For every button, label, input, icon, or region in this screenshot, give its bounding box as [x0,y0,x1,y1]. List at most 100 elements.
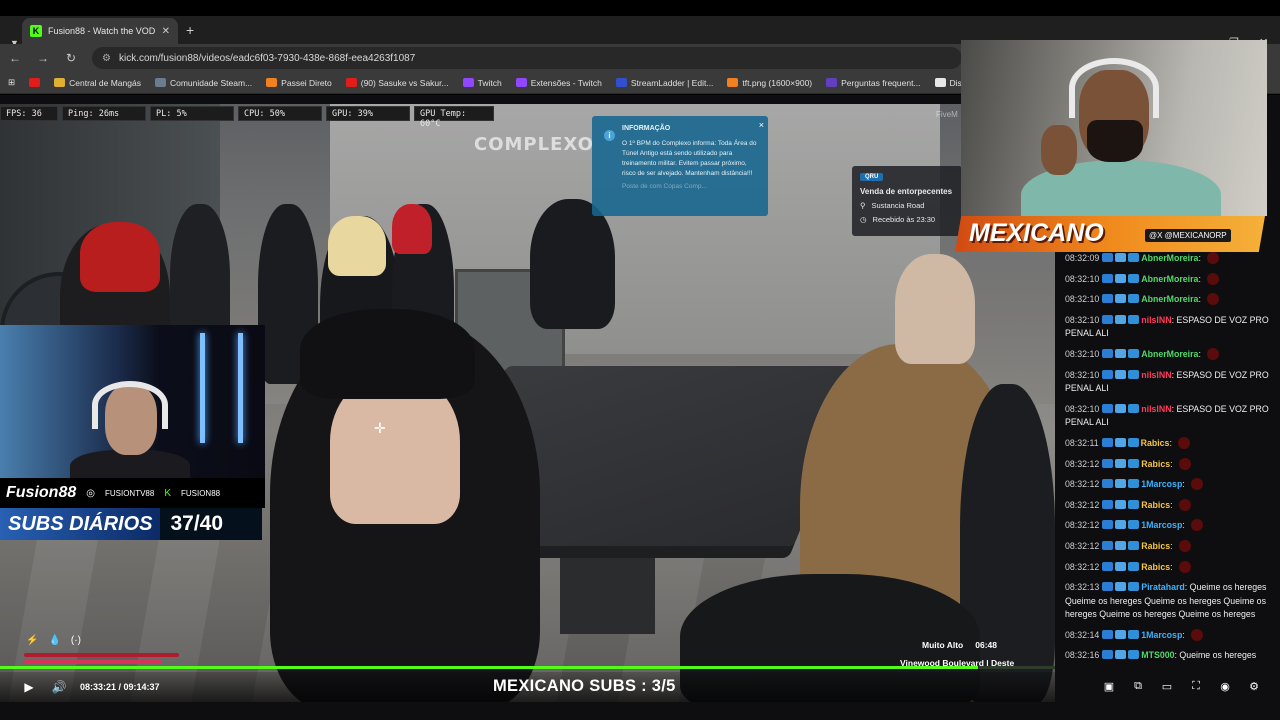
scene-person-blonde-hair [328,216,386,276]
chat-timestamp: 08:32:10 [1065,403,1100,414]
chat-username[interactable]: nilsINN [1141,370,1171,380]
chat-emote-icon [1179,498,1191,511]
qru-call-card: QRU Venda de entorpecentes ⚲ Sustancia Ro… [852,166,962,236]
new-tab-plus-icon[interactable]: + [186,22,194,38]
chat-username[interactable]: Piratahard [1141,582,1185,592]
chat-message: 08:32:12 1Marcosp: [1065,478,1276,492]
chat-username[interactable]: 1Marcosp [1141,520,1182,530]
bookmark-item[interactable]: StreamLadder | Edit... [615,78,713,88]
pip-icon[interactable]: ⧉ [1130,680,1146,693]
chat-badge-icon [1115,314,1127,324]
neon-light [238,333,243,443]
chat-badge-icon [1102,403,1114,413]
chat-username[interactable]: Rabics [1141,541,1170,551]
armor-bar [24,653,179,657]
chat-timestamp: 08:32:12 [1065,540,1100,551]
bookmark-item[interactable]: (90) Sasuke vs Sakur... [345,78,449,88]
chat-username[interactable]: Rabics [1141,438,1170,448]
forward-arrow-icon[interactable]: → [36,51,50,65]
settings-gear-icon[interactable]: ⚙ [1246,680,1262,693]
chat-message: 08:32:12 Rabics: [1065,498,1276,513]
chat-emote-icon [1191,628,1204,641]
chat-timestamp: 08:32:10 [1065,369,1100,380]
chat-timestamp: 08:32:14 [1065,629,1100,640]
bookmark-item[interactable]: Comunidade Steam... [154,78,252,88]
chat-username[interactable]: AbnerMoreira [1141,253,1198,263]
webcam-person-hand [1041,125,1077,175]
video-progress-bar[interactable] [0,666,1055,669]
qru-title: Venda de entorpecentes [860,187,953,196]
chat-username[interactable]: 1Marcosp [1141,479,1182,489]
notification-close-icon[interactable]: × [759,119,764,133]
chat-username[interactable]: AbnerMoreira [1141,349,1198,359]
bookmark-item[interactable]: Extensões - Twitch [515,77,602,88]
play-icon[interactable]: ▶ [14,680,44,694]
video-time: 08:33:21 / 09:14:37 [80,682,160,692]
chat-username[interactable]: MTS000 [1141,650,1174,660]
bookmark-item[interactable]: Central de Mangás [54,78,141,88]
miniplayer-icon[interactable]: ▣ [1101,680,1117,693]
bookmark-favicon-icon [345,78,357,87]
chat-message: 08:32:10 AbnerMoreira: [1065,293,1276,307]
bookmark-label: Extensões - Twitch [530,77,602,88]
chat-separator: : [1170,458,1175,469]
bookmark-item[interactable]: Twitch [462,78,502,88]
chat-badge-icon [1114,437,1126,447]
chat-message: 08:32:12 Rabics: [1065,539,1276,554]
chat-username[interactable]: nilsINN [1141,315,1171,325]
chat-timestamp: 08:32:16 [1065,650,1100,661]
complexo-logo: COMPLEXO [474,134,594,155]
chat-message: 08:32:10 nilsINN: ESPASO DE VOZ PRO PENAL… [1065,369,1276,396]
scene-bald-head [895,254,975,364]
theater-icon[interactable]: ▭ [1159,680,1175,693]
chat-badge-icon [1102,348,1114,358]
chat-badge-icon [1115,540,1127,550]
apps-grid-icon[interactable]: ⊞ [8,77,15,88]
chat-username[interactable]: Rabics [1141,500,1170,510]
bookmark-favicon-icon [727,78,739,87]
instagram-icon: ◎ [86,487,95,499]
fullscreen-icon[interactable]: ⛶ [1188,680,1204,693]
chat-badge-icon [1115,253,1127,262]
chat-timestamp: 08:32:09 [1065,253,1100,263]
browser-tab[interactable]: K Fusion88 - Watch the VOD on K ✕ [22,18,178,44]
reload-icon[interactable]: ↻ [64,51,78,65]
address-bar[interactable]: ⚙ kick.com/fusion88/videos/eadc6f03-7930… [92,47,962,69]
chat-message: 08:32:16 MTS000: Queime os hereges [1065,649,1276,663]
chat-separator: : [1182,479,1188,490]
chat-badge-icon [1102,273,1114,283]
chat-username[interactable]: 1Marcosp [1141,630,1182,640]
scene-person-red-hair [80,222,160,292]
chat-badge-icon [1102,369,1114,379]
chat-username[interactable]: AbnerMoreira [1141,294,1198,304]
chat-username[interactable]: AbnerMoreira [1141,274,1198,284]
chat-timestamp: 08:32:12 [1065,520,1100,531]
volume-icon[interactable]: 🔊 [44,680,74,694]
chat-text: Queime os hereges [1179,650,1257,661]
clip-icon[interactable]: ◉ [1217,680,1233,693]
bookmark-item[interactable] [29,78,41,87]
chat-username[interactable]: nilsINN [1141,404,1171,414]
fusion88-logo: Fusion88 [6,484,77,501]
chat-message: 08:32:10 AbnerMoreira: [1065,272,1276,287]
chat-badge-icon [1102,294,1114,304]
bookmark-favicon-icon [54,78,66,87]
chat-badge-icon [1128,369,1140,379]
voice-icon: (·) [70,635,81,646]
close-tab-icon[interactable]: ✕ [162,26,170,37]
bookmark-item[interactable]: Passei Direto [266,78,332,88]
top-black-bar [0,0,1280,16]
chat-emote-icon [1179,539,1191,552]
chat-badge-icon [1128,403,1140,413]
chat-badge-icon [1128,294,1140,304]
chat-username[interactable]: Rabics [1141,459,1170,469]
chat-panel[interactable]: 08:32:09 AbnerMoreira: 08:32:10 AbnerMorei… [1055,252,1280,700]
qru-location: Sustancia Road [871,201,925,210]
chat-separator: : [1170,499,1175,510]
chat-message: 08:32:12 Rabics: [1065,560,1276,575]
back-arrow-icon[interactable]: ← [8,51,22,65]
site-info-icon[interactable]: ⚙ [102,53,111,64]
bookmark-item[interactable]: Perguntas frequent... [826,78,921,88]
bookmark-item[interactable]: tft.png (1600×900) [727,78,812,88]
chat-username[interactable]: Rabics [1141,562,1170,572]
